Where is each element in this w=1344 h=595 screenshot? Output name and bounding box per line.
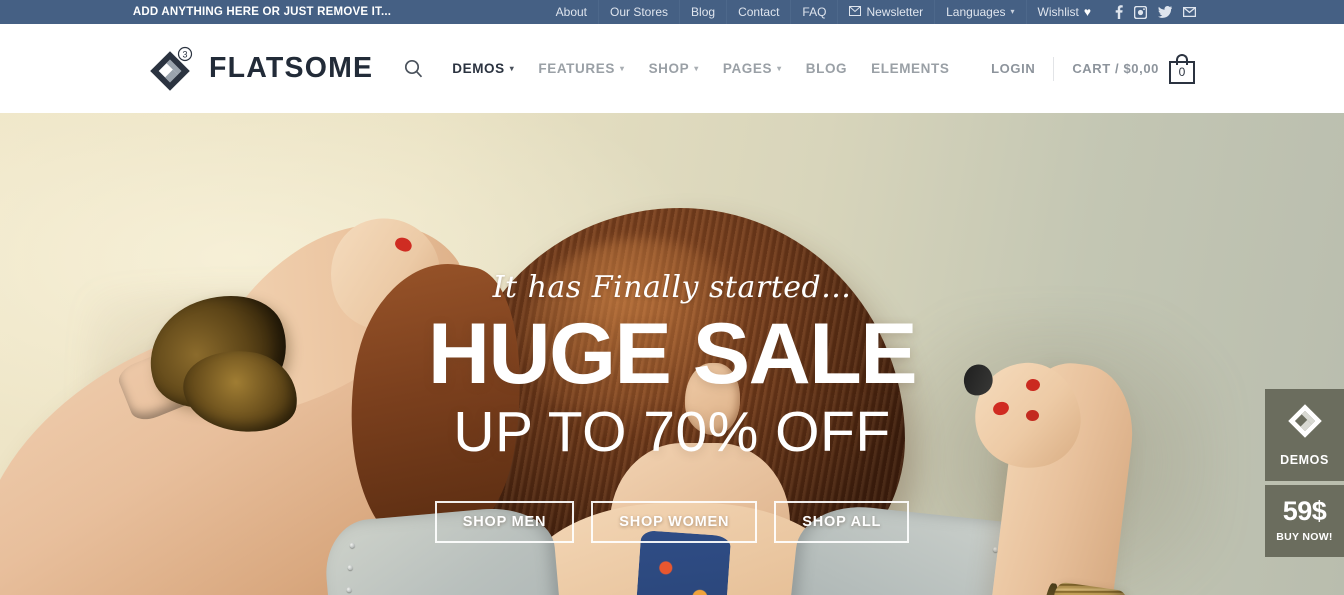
chevron-down-icon: ▾ bbox=[694, 63, 699, 73]
nav-item-demos-label: DEMOS bbox=[452, 61, 505, 76]
top-bar: ADD ANYTHING HERE OR JUST REMOVE IT... A… bbox=[0, 0, 1344, 24]
nav-item-shop[interactable]: SHOP ▾ bbox=[637, 61, 711, 76]
chevron-down-icon: ▾ bbox=[509, 63, 515, 73]
shop-men-button[interactable]: SHOP MEN bbox=[434, 501, 575, 544]
chevron-down-icon: ▾ bbox=[1010, 7, 1015, 16]
floating-side-widgets: DEMOS 59$ BUY NOW! bbox=[1265, 389, 1344, 557]
flatsome-diamond-icon: 3 bbox=[148, 45, 196, 93]
nav-item-pages[interactable]: PAGES ▾ bbox=[711, 61, 794, 76]
nav-item-pages-label: PAGES bbox=[722, 61, 773, 76]
cart-count-badge: 0 bbox=[1178, 65, 1186, 79]
nav-item-features-label: FEATURES bbox=[538, 61, 615, 76]
nav-item-elements[interactable]: ELEMENTS bbox=[859, 61, 961, 76]
cart-label: CART / $0,00 bbox=[1072, 61, 1159, 76]
site-header: 3 FLATSOME DEMOS ▾ FEATURES ▾ SHOP ▾ PAG… bbox=[0, 24, 1344, 113]
nav-item-blog-label: BLOG bbox=[805, 61, 848, 76]
flatsome-diamond-icon bbox=[1286, 404, 1324, 444]
chevron-down-icon: ▾ bbox=[777, 63, 782, 73]
nav-item-shop-label: SHOP bbox=[648, 61, 690, 76]
hero-cta-group: SHOP MEN SHOP WOMEN SHOP ALL bbox=[434, 501, 910, 544]
hero-banner: It has Finally started... HUGE SALE UP T… bbox=[0, 113, 1344, 595]
buy-now-price: 59$ bbox=[1282, 496, 1327, 526]
top-bar-promo-text: ADD ANYTHING HERE OR JUST REMOVE IT... bbox=[132, 6, 392, 18]
shop-women-button[interactable]: SHOP WOMEN bbox=[591, 501, 758, 544]
nav-item-features[interactable]: FEATURES ▾ bbox=[526, 61, 636, 76]
demos-widget-button[interactable]: DEMOS bbox=[1265, 389, 1344, 481]
model-right-nail-3 bbox=[1026, 410, 1039, 421]
main-navigation: DEMOS ▾ FEATURES ▾ SHOP ▾ PAGES ▾ BLOG E… bbox=[404, 59, 961, 78]
shop-all-button[interactable]: SHOP ALL bbox=[774, 501, 910, 544]
logo-link[interactable]: 3 FLATSOME bbox=[148, 45, 373, 93]
nav-item-elements-label: ELEMENTS bbox=[871, 61, 950, 76]
search-icon[interactable] bbox=[404, 59, 436, 78]
shopping-bag-icon: 0 bbox=[1168, 53, 1196, 84]
logo-wordmark: FLATSOME bbox=[209, 52, 374, 84]
nav-item-blog[interactable]: BLOG bbox=[794, 61, 859, 76]
model-ear bbox=[685, 363, 740, 435]
login-link[interactable]: LOGIN bbox=[973, 61, 1053, 76]
buy-now-widget-button[interactable]: 59$ BUY NOW! bbox=[1265, 485, 1344, 557]
nav-item-demos[interactable]: DEMOS ▾ bbox=[440, 61, 526, 76]
svg-text:3: 3 bbox=[182, 49, 187, 59]
chevron-down-icon: ▾ bbox=[619, 63, 625, 73]
header-actions: LOGIN CART / $0,00 0 bbox=[973, 53, 1196, 84]
cart-link[interactable]: CART / $0,00 0 bbox=[1054, 53, 1196, 84]
buy-now-label: BUY NOW! bbox=[1276, 531, 1333, 543]
demos-widget-label: DEMOS bbox=[1280, 453, 1329, 467]
